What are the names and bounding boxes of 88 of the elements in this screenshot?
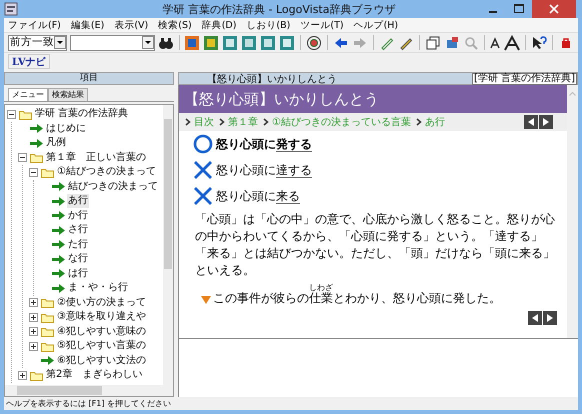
entry-title: 【怒り心頭】いかりしんとう <box>207 72 337 86</box>
next-icon[interactable] <box>539 115 553 129</box>
arrow-icon[interactable] <box>52 240 65 250</box>
scrollbar[interactable] <box>163 105 173 385</box>
tree-item[interactable]: か行 <box>67 208 89 223</box>
help-icon[interactable] <box>531 34 548 50</box>
arrow-icon[interactable] <box>52 211 65 220</box>
menu-item[interactable]: 表示(V) <box>114 18 148 32</box>
previous-icon[interactable] <box>528 311 542 325</box>
collapse-icon[interactable] <box>29 168 38 177</box>
menu-item[interactable]: ツール(T) <box>300 18 344 32</box>
tree-item[interactable]: ⑤犯しやすい言葉の <box>56 339 147 354</box>
dictionary-icon[interactable] <box>184 34 200 50</box>
tree-item[interactable]: ⑥犯しやすい文法の <box>56 354 147 368</box>
menu-item[interactable]: 編集(E) <box>70 18 104 32</box>
close-icon[interactable] <box>532 0 576 18</box>
tree-item[interactable]: はじめに <box>45 122 87 136</box>
tree-item[interactable]: た行 <box>67 238 89 252</box>
tree-item[interactable]: 凡例 <box>45 136 67 150</box>
arrow-icon[interactable] <box>52 182 65 192</box>
pane-header: 項目 <box>4 72 174 85</box>
scrollbar[interactable] <box>567 85 578 338</box>
tree-item[interactable]: ま・や・ら行 <box>67 281 129 296</box>
tree-item[interactable]: 第１章 正しい言葉の <box>45 150 147 165</box>
expand-icon[interactable] <box>29 312 38 322</box>
tree-item[interactable]: ②使い方の決まって <box>56 296 147 310</box>
window-title: 学研 言葉の作法辞典 - LogoVista辞典ブラウザ <box>162 2 396 16</box>
arrow-icon[interactable] <box>52 284 65 293</box>
large-font-icon[interactable] <box>504 34 520 50</box>
chevron-icon[interactable] <box>416 118 422 126</box>
chevron-icon[interactable] <box>263 118 269 126</box>
arrow-icon[interactable] <box>52 269 65 278</box>
usage-phrase: 怒り心頭に達する <box>216 162 312 178</box>
tree-item[interactable]: な行 <box>67 252 89 266</box>
disc-icon[interactable] <box>306 34 322 50</box>
lv-navi-button[interactable]: LVナビ <box>8 54 50 69</box>
cross-icon[interactable] <box>193 186 213 206</box>
dictionary-icon[interactable] <box>241 34 258 50</box>
menu-item[interactable]: 辞典(D) <box>202 18 236 32</box>
collapse-icon[interactable] <box>18 153 27 162</box>
match-mode-dropdown[interactable]: 前方一致 <box>8 34 67 50</box>
tree-item[interactable]: さ行 <box>67 223 89 238</box>
menu-item[interactable]: しおり(B) <box>246 18 290 32</box>
previous-icon[interactable] <box>524 115 538 129</box>
copy-icon[interactable] <box>424 34 441 50</box>
search-field[interactable] <box>70 34 155 50</box>
triangle-icon[interactable] <box>201 295 211 304</box>
example-sentence: この事件が彼らの仕業 しわざ とわかり、怒り心頭に発した。 <box>213 283 501 307</box>
dictionary-name: [学研 言葉の作法辞典] <box>472 72 577 84</box>
entry-heading: 【怒り心頭】いかりしんとう <box>179 85 567 113</box>
dictionary-icon[interactable] <box>260 34 276 50</box>
tree-item[interactable]: あ行 <box>67 194 89 208</box>
dictionary-icon[interactable] <box>203 34 220 50</box>
expand-icon[interactable] <box>29 298 38 308</box>
tab[interactable]: メニュー <box>8 88 48 101</box>
arrow-icon[interactable] <box>52 226 65 235</box>
scrollbar[interactable] <box>4 385 174 397</box>
expand-icon[interactable] <box>18 370 27 380</box>
arrow-icon[interactable] <box>52 254 65 264</box>
tree-item[interactable]: は行 <box>67 266 89 281</box>
usage-phrase: 怒り心頭に発する <box>216 136 312 152</box>
collapse-icon[interactable] <box>7 110 16 119</box>
tree-item[interactable]: ③意味を取り違えや <box>56 310 147 324</box>
expand-icon[interactable] <box>29 327 38 336</box>
tab[interactable]: 検索結果 <box>48 88 88 101</box>
tree-item[interactable]: 学研 言葉の作法辞典 <box>34 107 130 122</box>
menu-item[interactable]: 検索(S) <box>158 18 192 32</box>
tree-item[interactable]: ④犯しやすい意味の <box>56 324 147 339</box>
menu-item[interactable]: ファイル(F) <box>8 18 61 32</box>
usage-phrase: 怒り心頭に来る <box>216 188 300 204</box>
arrow-icon[interactable] <box>52 196 65 206</box>
next-icon[interactable] <box>543 311 557 325</box>
explanation-text: 「心頭」は「心の中」の意で、心底から激しく怒ること。怒りが心の中からわいてくるから、「心頭に発する」という。「達する」「来る」とは結びつかない。ただし、「頭」だけなら「頭に来る」といえる。 <box>195 211 556 279</box>
app-icon[interactable] <box>4 2 18 16</box>
chevron-icon[interactable] <box>219 118 225 126</box>
expand-icon[interactable] <box>29 342 38 351</box>
tree-item[interactable]: 結びつきの決まって <box>67 180 159 194</box>
menu-item[interactable]: ヘルプ(H) <box>354 18 398 32</box>
dictionary-icon[interactable] <box>279 34 296 50</box>
tree-item[interactable]: 第2章 まぎらわしい <box>45 368 144 382</box>
cross-icon[interactable] <box>193 160 213 180</box>
arrow-icon[interactable] <box>30 124 43 134</box>
arrow-icon[interactable] <box>30 138 43 148</box>
circle-icon[interactable] <box>193 134 213 154</box>
tree-item[interactable]: ①結びつきの決まって <box>56 165 157 180</box>
chevron-icon[interactable] <box>185 118 191 126</box>
arrow-icon[interactable] <box>41 356 54 366</box>
dictionary-icon[interactable] <box>222 34 238 50</box>
